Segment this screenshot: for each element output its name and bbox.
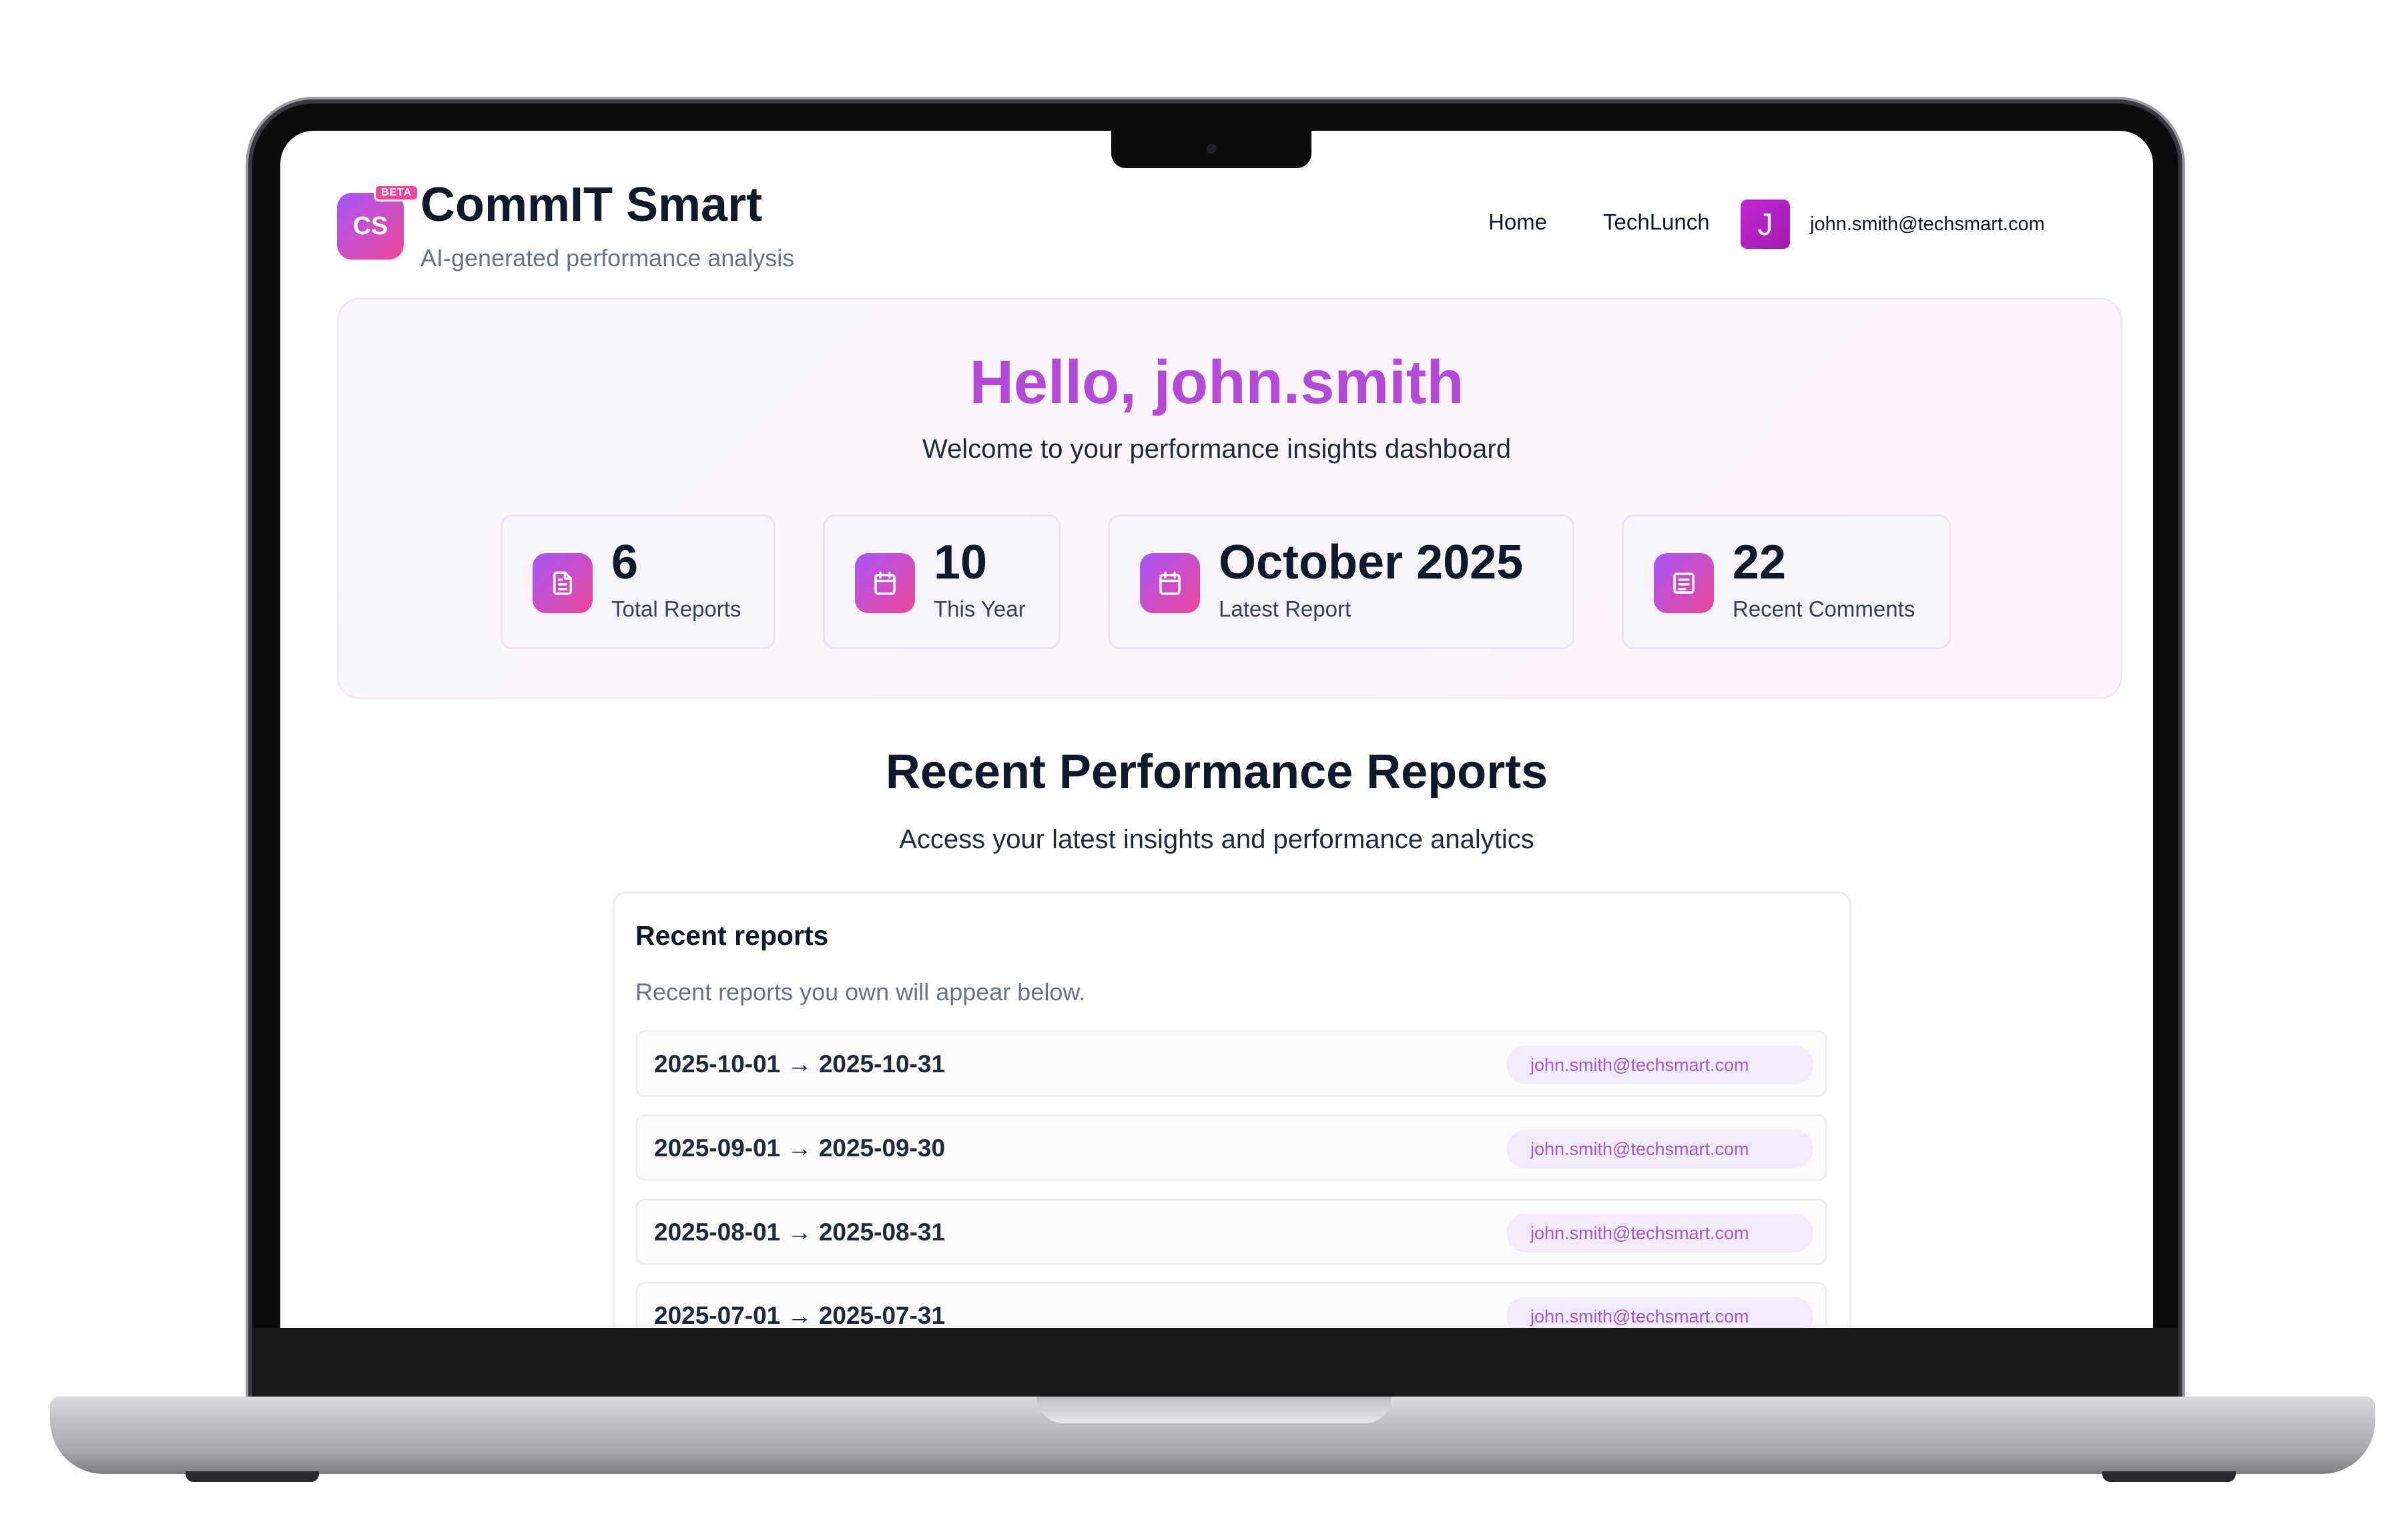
report-date-range: 2025-07-01 → 2025-07-31 bbox=[654, 1302, 946, 1328]
stat-label: This Year bbox=[934, 597, 1026, 621]
welcome-text: Welcome to your performance insights das… bbox=[922, 434, 1511, 464]
camera-icon bbox=[1207, 144, 1216, 153]
stat-card-recent-comments: 22 Recent Comments bbox=[1622, 514, 1951, 649]
report-row[interactable]: 2025-08-01 → 2025-08-31 john.smith@techs… bbox=[635, 1198, 1827, 1265]
calendar-icon bbox=[855, 553, 915, 613]
stat-card-total-reports: 6 Total Reports bbox=[501, 514, 776, 649]
laptop-foot-left bbox=[186, 1471, 319, 1482]
laptop-bottom-bezel bbox=[252, 1328, 2178, 1398]
recent-reports-title: Recent reports bbox=[635, 920, 829, 951]
nav-link-home[interactable]: Home bbox=[1488, 210, 1547, 235]
report-row[interactable]: 2025-07-01 → 2025-07-31 john.smith@techs… bbox=[635, 1282, 1827, 1328]
report-date-range: 2025-09-01 → 2025-09-30 bbox=[654, 1134, 946, 1162]
stat-label: Latest Report bbox=[1219, 597, 1351, 621]
calendar-icon bbox=[1140, 553, 1200, 613]
report-row[interactable]: 2025-10-01 → 2025-10-31 john.smith@techs… bbox=[635, 1030, 1827, 1097]
stat-label: Recent Comments bbox=[1733, 597, 1915, 621]
stat-card-this-year: 10 This Year bbox=[823, 514, 1061, 649]
laptop-foot-right bbox=[2102, 1471, 2236, 1482]
report-owner-badge: john.smith@techsmart.com bbox=[1506, 1046, 1813, 1084]
report-owner-badge: john.smith@techsmart.com bbox=[1506, 1297, 1813, 1328]
user-email[interactable]: john.smith@techsmart.com bbox=[1810, 214, 2045, 236]
avatar[interactable]: J bbox=[1741, 200, 1790, 249]
recent-reports-subtitle: Recent reports you own will appear below… bbox=[635, 978, 1086, 1006]
laptop-screen: CS BETA CommIT Smart AI-generated perfor… bbox=[280, 131, 2153, 1328]
app-title: CommIT Smart bbox=[420, 178, 763, 232]
report-owner-badge: john.smith@techsmart.com bbox=[1506, 1214, 1813, 1252]
logo[interactable]: CS bbox=[337, 193, 404, 260]
stat-value: 6 bbox=[611, 536, 639, 589]
stat-value: 10 bbox=[934, 536, 988, 589]
report-owner-badge: john.smith@techsmart.com bbox=[1506, 1130, 1813, 1168]
stat-card-latest-report: October 2025 Latest Report bbox=[1108, 514, 1574, 649]
beta-badge: BETA bbox=[374, 184, 419, 202]
app-subtitle: AI-generated performance analysis bbox=[420, 244, 795, 272]
stat-value: 22 bbox=[1733, 536, 1787, 589]
stat-value: October 2025 bbox=[1219, 536, 1524, 589]
section-subtitle: Access your latest insights and performa… bbox=[899, 825, 1534, 854]
nav-link-techlunch[interactable]: TechLunch bbox=[1603, 210, 1710, 235]
document-icon bbox=[533, 553, 593, 613]
greeting-heading: Hello, john.smith bbox=[969, 348, 1464, 416]
laptop-base-notch bbox=[1036, 1397, 1392, 1423]
list-icon bbox=[1654, 553, 1714, 613]
section-title: Recent Performance Reports bbox=[885, 745, 1548, 799]
stat-label: Total Reports bbox=[611, 597, 741, 621]
logo-initials: CS bbox=[352, 212, 388, 240]
report-row[interactable]: 2025-09-01 → 2025-09-30 john.smith@techs… bbox=[635, 1114, 1827, 1181]
report-date-range: 2025-10-01 → 2025-10-31 bbox=[654, 1050, 946, 1078]
report-date-range: 2025-08-01 → 2025-08-31 bbox=[654, 1218, 946, 1246]
